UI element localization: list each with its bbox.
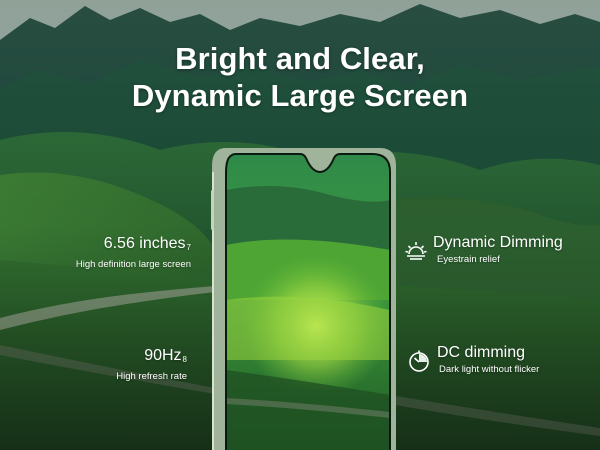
screen-size-value: 6.56 inches [103, 235, 186, 252]
screen-size-subtitle: High definition large screen [75, 259, 191, 270]
refresh-rate-subtitle: High refresh rate [116, 371, 187, 382]
headline-line-1: Bright and Clear, [175, 41, 425, 76]
refresh-rate-footnote: 8 [182, 355, 187, 364]
feature-refresh-rate: 90Hz8 High refresh rate [116, 347, 187, 383]
sun-icon [405, 242, 427, 260]
refresh-rate-value: 90Hz [144, 347, 182, 364]
screen-size-title: 6.56 inches7 [76, 235, 191, 257]
product-banner: Bright and Clear, Dynamic Large Screen 6… [0, 0, 600, 450]
refresh-rate-title: 90Hz8 [116, 347, 187, 369]
dynamic-dimming-subtitle: Eyestrain relief [437, 254, 500, 265]
headline-line-2: Dynamic Large Screen [131, 78, 469, 113]
feature-screen-size: 6.56 inches7 High definition large scree… [76, 235, 191, 271]
feature-dynamic-dimming: Dynamic Dimming Eyestrain relief [433, 234, 563, 266]
dc-dimming-subtitle: Dark light without flicker [439, 364, 540, 375]
dynamic-dimming-title: Dynamic Dimming [433, 234, 563, 251]
screen-size-footnote: 7 [186, 243, 191, 252]
feature-dc-dimming: DC dimming Dark light without flicker [437, 344, 539, 376]
clock-dimming-icon [409, 350, 429, 372]
dc-dimming-title: DC dimming [437, 344, 526, 361]
